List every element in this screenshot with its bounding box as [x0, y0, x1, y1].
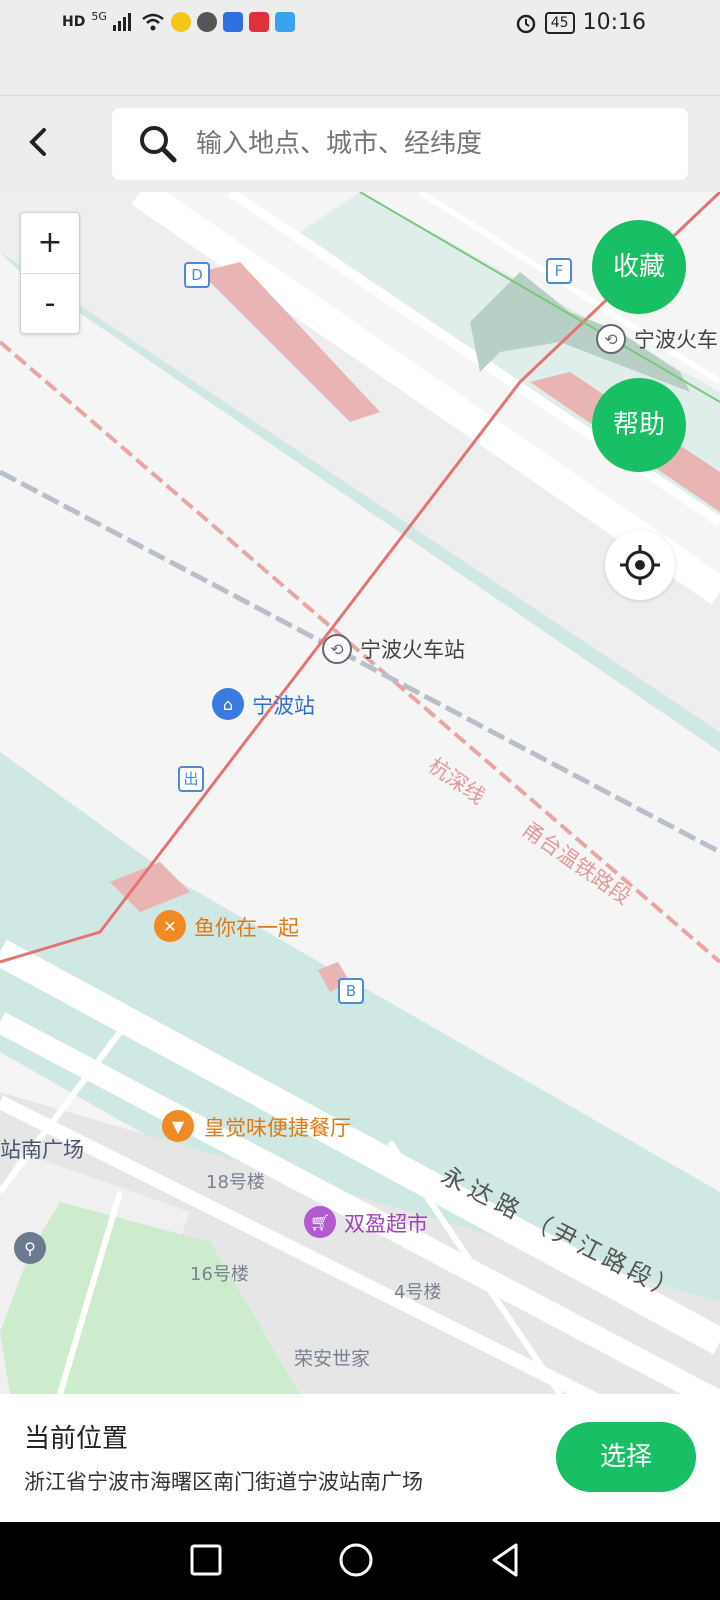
select-button[interactable]: 选择 — [556, 1422, 696, 1492]
recent-apps-icon[interactable] — [186, 1540, 226, 1580]
search-box[interactable] — [112, 108, 688, 180]
5g-indicator: 5G — [91, 9, 107, 23]
locate-icon — [620, 545, 660, 585]
label-station-transfer-top[interactable]: 宁波火车 — [634, 324, 718, 354]
status-left: HD 5G — [62, 9, 295, 32]
current-location-address: 浙江省宁波市海曙区南门街道宁波站南广场 — [24, 1470, 423, 1494]
back-button[interactable] — [24, 118, 56, 166]
current-location-title: 当前位置 — [24, 1424, 129, 1454]
home-icon[interactable] — [336, 1540, 376, 1580]
app-icon — [248, 12, 269, 32]
shopping-cart-icon[interactable]: 🛒︎ — [304, 1206, 336, 1238]
toilet-icon[interactable]: ⚲ — [14, 1232, 46, 1264]
map-badge-d[interactable]: D — [184, 262, 210, 288]
fastfood-icon[interactable]: ▼ — [162, 1110, 194, 1142]
zoom-out-button[interactable]: - — [21, 274, 79, 334]
label-supermarket[interactable]: 双盈超市 — [344, 1208, 428, 1238]
app-icon — [222, 12, 243, 32]
label-building-18: 18号楼 — [206, 1172, 265, 1193]
wifi-icon — [142, 13, 164, 31]
map-badge-b[interactable]: B — [338, 978, 364, 1004]
map-view[interactable]: + - 收藏 帮助 D F 出 B ⟲ 宁波火车站 ⟲ 宁波火车 ⌂ 宁波站 杭… — [0, 192, 720, 1394]
label-building-16: 16号楼 — [190, 1264, 249, 1285]
search-header — [0, 96, 720, 192]
locate-button[interactable] — [605, 530, 675, 600]
favorite-button[interactable]: 收藏 — [592, 220, 686, 314]
battery-icon: 45 — [544, 11, 575, 34]
search-input[interactable] — [196, 108, 666, 180]
app-icon — [170, 12, 191, 32]
label-rongan: 荣安世家 — [294, 1348, 371, 1370]
wechat-icon — [196, 12, 217, 32]
label-south-square[interactable]: 站南广场 — [0, 1134, 84, 1164]
help-button[interactable]: 帮助 — [592, 378, 686, 472]
zoom-control: + - — [20, 212, 80, 334]
status-time: 10:16 — [582, 10, 646, 35]
back-icon[interactable] — [486, 1540, 526, 1580]
label-station-transfer-center[interactable]: 宁波火车站 — [360, 634, 465, 664]
current-location-panel: 当前位置 浙江省宁波市海曙区南门街道宁波站南广场 选择 — [0, 1394, 720, 1522]
train-station-icon[interactable]: ⌂ — [212, 688, 244, 720]
signal-icon — [112, 13, 131, 31]
label-restaurant-fish[interactable]: 鱼你在一起 — [194, 912, 299, 942]
map-badge-exit[interactable]: 出 — [178, 766, 204, 792]
app-icon — [274, 12, 295, 32]
alarm-icon — [516, 14, 536, 33]
chevron-left-icon — [29, 128, 46, 156]
label-ningbo-station[interactable]: 宁波站 — [252, 690, 315, 720]
system-nav-bar — [0, 1522, 720, 1600]
label-restaurant-huangjuewei[interactable]: 皇觉味便捷餐厅 — [204, 1112, 351, 1142]
search-icon — [140, 126, 177, 163]
transfer-icon[interactable]: ⟲ — [596, 324, 626, 354]
zoom-in-button[interactable]: + — [21, 213, 79, 273]
label-building-4: 4号楼 — [394, 1282, 442, 1303]
restaurant-icon[interactable]: ✕ — [154, 910, 186, 942]
status-bar: HD 5G 45 10:16 — [0, 0, 720, 96]
map-badge-f[interactable]: F — [546, 258, 572, 284]
status-right: 45 10:16 — [515, 10, 646, 35]
transfer-icon[interactable]: ⟲ — [322, 634, 352, 664]
hd-indicator: HD — [62, 14, 86, 30]
